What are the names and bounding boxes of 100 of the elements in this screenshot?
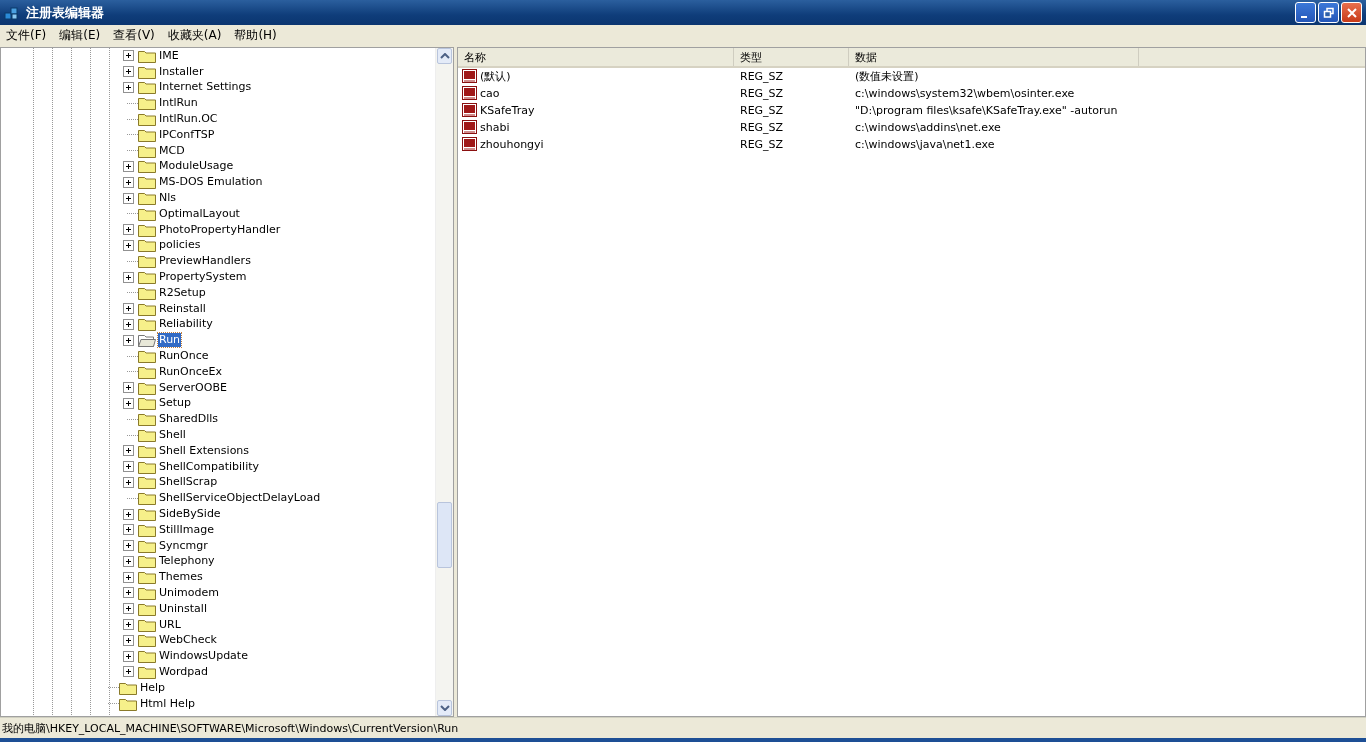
expand-icon[interactable] xyxy=(123,508,134,520)
tree-item[interactable]: ShellCompatibility xyxy=(158,459,261,474)
string-value-icon xyxy=(462,120,478,135)
tree-item[interactable]: SharedDlls xyxy=(158,412,220,427)
tree-item[interactable]: WindowsUpdate xyxy=(158,649,249,664)
tree-item[interactable]: Syncmgr xyxy=(158,538,209,553)
expand-icon[interactable] xyxy=(123,160,134,172)
tree-item[interactable]: Uninstall xyxy=(158,601,208,616)
value-name[interactable]: KSafeTray xyxy=(480,104,535,117)
value-name[interactable]: (默认) xyxy=(480,69,511,84)
expand-icon[interactable] xyxy=(123,224,134,236)
expand-icon[interactable] xyxy=(123,587,134,599)
column-header[interactable]: 数据 xyxy=(849,48,1139,66)
tree-item[interactable]: ShellServiceObjectDelayLoad xyxy=(158,491,322,506)
close-button[interactable] xyxy=(1341,2,1362,23)
expand-icon[interactable] xyxy=(123,82,134,93)
tree-item[interactable]: Shell xyxy=(158,428,187,442)
tree-item[interactable]: URL xyxy=(158,617,182,632)
column-header[interactable]: 类型 xyxy=(734,48,849,66)
tree-item[interactable]: Run xyxy=(158,333,182,348)
expand-icon[interactable] xyxy=(123,571,134,583)
tree-item[interactable]: WebCheck xyxy=(158,633,218,648)
tree-item[interactable]: Internet Settings xyxy=(158,80,253,95)
scroll-thumb[interactable] xyxy=(437,502,452,568)
scroll-down-icon[interactable] xyxy=(437,700,452,716)
tree-item[interactable]: StillImage xyxy=(158,522,215,537)
expand-icon[interactable] xyxy=(123,176,134,188)
restore-button[interactable] xyxy=(1318,2,1339,23)
folder-icon xyxy=(138,112,156,127)
tree-item[interactable]: RunOnceEx xyxy=(158,364,223,379)
value-name[interactable]: zhouhongyi xyxy=(480,138,544,151)
expand-icon[interactable] xyxy=(123,476,134,488)
expand-icon[interactable] xyxy=(123,303,134,315)
scroll-up-icon[interactable] xyxy=(437,48,452,64)
value-name[interactable]: shabi xyxy=(480,121,510,134)
expand-icon[interactable] xyxy=(123,445,134,457)
tree-item[interactable]: Reinstall xyxy=(158,301,207,316)
string-value-icon xyxy=(462,69,478,84)
expand-icon[interactable] xyxy=(123,555,134,567)
value-type: REG_SZ xyxy=(739,87,785,100)
string-value-icon xyxy=(462,103,478,118)
vertical-scrollbar[interactable] xyxy=(435,48,453,716)
tree-item[interactable]: IME xyxy=(158,48,180,63)
expand-icon[interactable] xyxy=(123,666,134,678)
tree-item[interactable]: Shell Extensions xyxy=(158,443,251,458)
tree-item[interactable]: MS-DOS Emulation xyxy=(158,175,264,190)
column-header[interactable]: 名称 xyxy=(458,48,734,66)
menu-item[interactable]: 文件(F) xyxy=(6,26,47,44)
expand-icon[interactable] xyxy=(123,239,134,251)
value-name[interactable]: cao xyxy=(480,87,500,100)
expand-icon[interactable] xyxy=(123,382,134,394)
tree-item[interactable]: Reliability xyxy=(158,317,214,332)
expand-icon[interactable] xyxy=(123,397,134,409)
tree-item[interactable]: Themes xyxy=(158,570,204,585)
expand-icon[interactable] xyxy=(123,634,134,646)
tree-item[interactable]: ModuleUsage xyxy=(158,159,235,174)
folder-icon xyxy=(138,522,156,537)
tree-item[interactable]: RunOnce xyxy=(158,349,210,364)
tree-item[interactable]: IPConfTSP xyxy=(158,127,216,142)
tree-item[interactable]: R2Setup xyxy=(158,285,207,300)
expand-icon[interactable] xyxy=(123,271,134,283)
folder-icon xyxy=(138,617,156,632)
expand-icon[interactable] xyxy=(123,334,134,346)
menu-item[interactable]: 收藏夹(A) xyxy=(167,26,222,44)
menu-item[interactable]: 查看(V) xyxy=(113,26,155,44)
tree-item[interactable]: Telephony xyxy=(158,554,216,569)
expand-icon[interactable] xyxy=(123,619,134,631)
expand-icon[interactable] xyxy=(123,524,134,536)
expand-icon[interactable] xyxy=(123,318,134,330)
tree-item[interactable]: MCD xyxy=(158,143,186,158)
folder-icon xyxy=(138,507,156,521)
tree-item[interactable]: Html Help xyxy=(139,696,196,711)
tree-item[interactable]: ServerOOBE xyxy=(158,380,228,395)
expand-icon[interactable] xyxy=(123,66,134,78)
tree-item[interactable]: IntlRun.OC xyxy=(158,112,219,127)
tree-item[interactable]: SideBySide xyxy=(158,507,222,521)
expand-icon[interactable] xyxy=(123,192,134,204)
tree-item[interactable]: PropertySystem xyxy=(158,270,248,285)
folder-icon xyxy=(138,127,156,142)
tree-item[interactable]: Unimodem xyxy=(158,586,220,600)
tree-item[interactable]: policies xyxy=(158,238,202,253)
tree-item[interactable]: PhotoPropertyHandler xyxy=(158,222,282,237)
tree-item[interactable]: Help xyxy=(139,680,167,695)
tree-item[interactable]: Wordpad xyxy=(158,664,209,679)
menu-item[interactable]: 编辑(E) xyxy=(59,26,101,44)
menu-item[interactable]: 帮助(H) xyxy=(234,26,277,44)
tree-item[interactable]: Nls xyxy=(158,191,177,206)
expand-icon[interactable] xyxy=(123,50,134,62)
tree-item[interactable]: Installer xyxy=(158,64,205,79)
expand-icon[interactable] xyxy=(123,603,134,615)
tree-item[interactable]: PreviewHandlers xyxy=(158,254,252,269)
minimize-button[interactable] xyxy=(1295,2,1316,23)
expand-icon[interactable] xyxy=(123,461,134,473)
expand-icon[interactable] xyxy=(123,540,134,552)
expand-icon[interactable] xyxy=(123,650,134,662)
tree-item[interactable]: OptimalLayout xyxy=(158,206,241,221)
folder-icon xyxy=(138,270,156,285)
tree-item[interactable]: IntlRun xyxy=(158,96,199,111)
tree-item[interactable]: Setup xyxy=(158,396,193,411)
tree-item[interactable]: ShellScrap xyxy=(158,475,219,490)
